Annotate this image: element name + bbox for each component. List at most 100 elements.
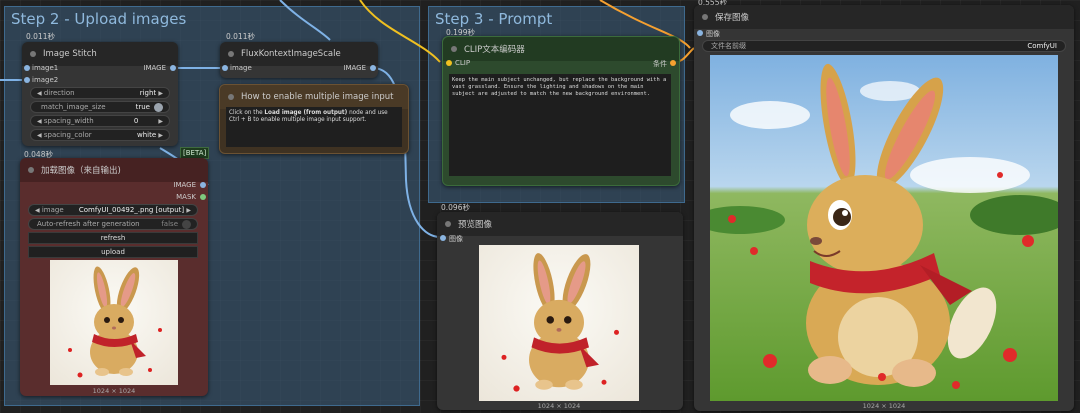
input-port-image2[interactable] <box>24 77 30 83</box>
group-title-prompt: Step 3 - Prompt <box>435 10 553 28</box>
load-image-output-node[interactable]: 加载图像（来自输出) IMAGE MASK ◀ image ComfyUI_00… <box>20 158 208 396</box>
left-arrow-icon[interactable]: ◀ <box>37 132 42 139</box>
output-label-mask: MASK <box>176 193 196 201</box>
note-text-area[interactable]: Click on the Load image (from output) no… <box>226 107 402 147</box>
match-image-size-toggle[interactable]: match_image_size true <box>30 101 170 113</box>
filename-prefix-field[interactable]: 文件名前缀 ComfyUI <box>702 40 1066 52</box>
note-title: How to enable multiple image input <box>241 92 394 102</box>
input-label-image: 图像 <box>706 30 720 38</box>
save-image-node[interactable]: 保存图像 图像 文件名前缀 ComfyUI 1024 × 1024 <box>694 5 1074 411</box>
bunny-illustration <box>501 253 619 392</box>
spacing-width-value: 0 <box>133 117 139 125</box>
input-label-image2: image2 <box>32 76 59 84</box>
output-label-image: IMAGE <box>343 64 366 72</box>
upload-button[interactable]: upload <box>28 246 198 258</box>
group-title-upload: Step 2 - Upload images <box>11 10 187 28</box>
left-arrow-icon[interactable]: ◀ <box>37 90 42 97</box>
filename-prefix-value: ComfyUI <box>1027 42 1057 50</box>
image-stitch-title: Image Stitch <box>43 49 97 59</box>
image-file-value: ComfyUI_00492_.png [output] <box>78 206 185 214</box>
clip-title: CLIP文本编码器 <box>464 45 525 55</box>
image-stitch-node[interactable]: Image Stitch image1 image2 IMAGE ◀ direc… <box>22 42 178 146</box>
input-port-image[interactable] <box>222 65 228 71</box>
preview-header[interactable]: 预览图像 <box>437 212 683 236</box>
loader-preview-image <box>50 260 178 385</box>
output-label-image: IMAGE <box>173 181 196 189</box>
collapse-dot-icon[interactable] <box>445 221 451 227</box>
spacing-width-number[interactable]: ◀ spacing_width 0 ▶ <box>30 115 170 127</box>
bunny-grassland-illustration <box>710 63 1058 389</box>
note-header[interactable]: How to enable multiple image input <box>220 85 408 109</box>
input-label-image1: image1 <box>32 64 59 72</box>
saved-image-size: 1024 × 1024 <box>862 402 906 410</box>
right-arrow-icon[interactable]: ▶ <box>186 207 191 214</box>
input-port-image1[interactable] <box>24 65 30 71</box>
output-port-image[interactable] <box>370 65 376 71</box>
output-label-condition: 条件 <box>653 60 667 68</box>
clip-header[interactable]: CLIP文本编码器 <box>443 37 679 61</box>
note-node[interactable]: How to enable multiple image input Click… <box>219 84 409 154</box>
right-arrow-icon[interactable]: ▶ <box>158 132 163 139</box>
toggle-knob-icon <box>182 219 191 229</box>
output-port-image[interactable] <box>170 65 176 71</box>
collapse-dot-icon[interactable] <box>30 51 36 57</box>
spacing-color-label: spacing_color <box>43 131 92 139</box>
input-label-clip: CLIP <box>455 59 471 67</box>
auto-refresh-label: Auto-refresh after generation <box>37 220 140 228</box>
flux-kontext-image-scale-node[interactable]: FluxKontextImageScale image IMAGE <box>220 42 378 78</box>
refresh-button[interactable]: refresh <box>28 232 198 244</box>
input-port-clip[interactable] <box>446 60 452 66</box>
load-image-title: 加载图像（来自输出) <box>41 166 121 176</box>
load-image-header[interactable]: 加载图像（来自输出) <box>20 158 208 182</box>
save-header[interactable]: 保存图像 <box>694 5 1074 29</box>
note-text-before: Click on the <box>229 110 265 116</box>
input-port-image[interactable] <box>440 235 446 241</box>
output-port-mask[interactable] <box>200 194 206 200</box>
auto-refresh-value: false <box>161 220 178 228</box>
collapse-dot-icon[interactable] <box>702 14 708 20</box>
image-stitch-header[interactable]: Image Stitch <box>22 42 178 66</box>
collapse-dot-icon[interactable] <box>451 46 457 52</box>
flux-scale-title: FluxKontextImageScale <box>241 49 341 59</box>
prompt-textarea[interactable]: Keep the main subject unchanged, but rep… <box>449 74 671 176</box>
right-arrow-icon[interactable]: ▶ <box>158 90 163 97</box>
image-file-label: image <box>41 206 64 214</box>
image-file-combo[interactable]: ◀ image ComfyUI_00492_.png [output] ▶ <box>28 204 198 216</box>
collapse-dot-icon[interactable] <box>228 94 234 100</box>
stitch-time: 0.011秒 <box>26 32 55 41</box>
preview-image <box>479 245 639 401</box>
preview-image-size: 1024 × 1024 <box>537 402 581 410</box>
filename-prefix-label: 文件名前缀 <box>711 42 746 50</box>
collapse-dot-icon[interactable] <box>28 167 34 173</box>
preview-title: 预览图像 <box>458 220 493 230</box>
match-image-size-value: true <box>135 103 150 111</box>
save-title: 保存图像 <box>715 13 750 23</box>
match-image-size-label: match_image_size <box>41 103 106 111</box>
output-label-image: IMAGE <box>143 64 166 72</box>
input-port-image[interactable] <box>697 30 703 36</box>
saved-image <box>710 55 1058 401</box>
spacing-color-value: white <box>136 131 157 139</box>
spacing-width-label: spacing_width <box>43 117 94 125</box>
auto-refresh-toggle[interactable]: Auto-refresh after generation false <box>28 218 198 230</box>
bunny-illustration <box>68 266 162 378</box>
collapse-dot-icon[interactable] <box>228 51 234 57</box>
output-port-condition[interactable] <box>670 60 676 66</box>
left-arrow-icon[interactable]: ◀ <box>35 207 40 214</box>
note-text-bold: Load image (from output) <box>264 110 348 116</box>
direction-label: direction <box>43 89 75 97</box>
loader-image-size: 1024 × 1024 <box>92 387 136 395</box>
spacing-color-combo[interactable]: ◀ spacing_color white ▶ <box>30 129 170 141</box>
right-arrow-icon[interactable]: ▶ <box>158 118 163 125</box>
output-port-image[interactable] <box>200 182 206 188</box>
flux-scale-header[interactable]: FluxKontextImageScale <box>220 42 378 66</box>
input-label-image: 图像 <box>449 235 463 243</box>
scale-time: 0.011秒 <box>226 32 255 41</box>
left-arrow-icon[interactable]: ◀ <box>37 118 42 125</box>
clip-text-encode-node[interactable]: CLIP文本编码器 CLIP 条件 Keep the main subject … <box>442 36 680 186</box>
input-label-image: image <box>230 64 252 72</box>
preview-image-node[interactable]: 预览图像 图像 1024 × 1024 <box>437 212 683 410</box>
direction-combo[interactable]: ◀ direction right ▶ <box>30 87 170 99</box>
direction-value: right <box>139 89 157 97</box>
toggle-knob-icon <box>154 102 163 112</box>
